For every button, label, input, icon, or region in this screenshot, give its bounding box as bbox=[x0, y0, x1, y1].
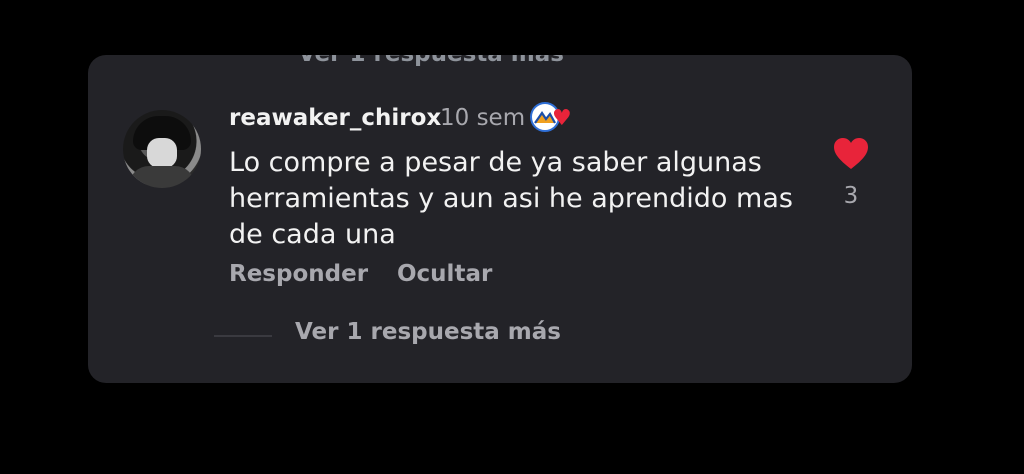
comment-text: Lo compre a pesar de ya saber algunas he… bbox=[229, 147, 793, 250]
avatar[interactable] bbox=[123, 110, 201, 188]
divider bbox=[214, 335, 272, 337]
like-count: 3 bbox=[843, 183, 859, 209]
partial-more-replies-link[interactable]: Ver 1 respuesta más bbox=[298, 55, 564, 67]
reply-button[interactable]: Responder bbox=[229, 261, 368, 287]
view-more-replies-button[interactable]: Ver 1 respuesta más bbox=[295, 319, 561, 345]
comment-card: Ver 1 respuesta más reawaker_chirox 10 s… bbox=[88, 55, 912, 383]
hide-button[interactable]: Ocultar bbox=[397, 261, 492, 287]
creator-liked-heart-icon: ♥ bbox=[530, 102, 580, 136]
heart-icon[interactable] bbox=[833, 137, 869, 171]
comment-time: 10 sem bbox=[440, 105, 526, 131]
username[interactable]: reawaker_chirox bbox=[229, 105, 441, 131]
